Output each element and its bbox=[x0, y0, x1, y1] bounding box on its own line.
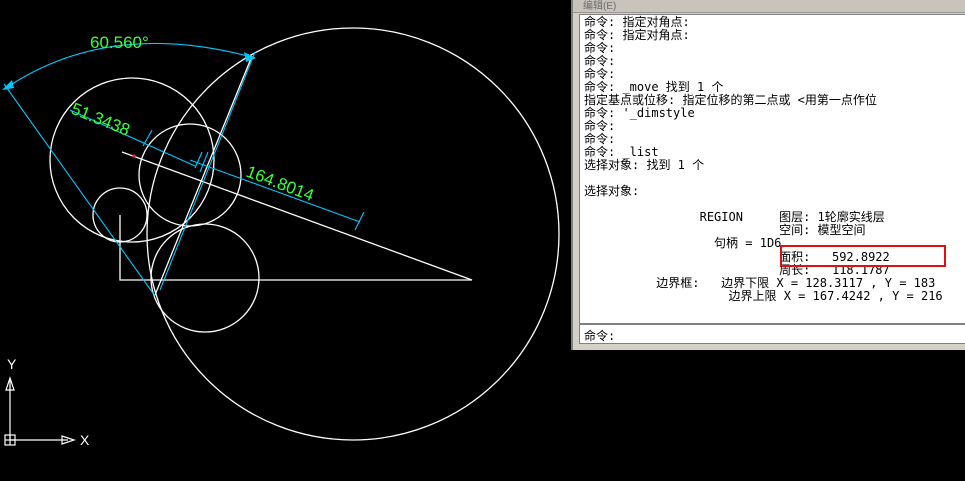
region-outline bbox=[119, 151, 473, 281]
linear-dimension-text-b: 164.8014 bbox=[244, 162, 317, 205]
angle-arrow-left bbox=[2, 80, 14, 90]
command-history[interactable]: 命令: 指定对角点: 命令: 指定对角点: 命令: 命令: 命令: 命令: _m… bbox=[579, 14, 965, 324]
history-line: 句柄 = 1D6 bbox=[584, 236, 782, 250]
command-prompt: 命令: bbox=[584, 329, 616, 343]
area-highlight-box bbox=[780, 245, 946, 267]
grip-point[interactable] bbox=[132, 154, 136, 158]
text-window[interactable]: 编辑(E) 命令: 指定对角点: 命令: 指定对角点: 命令: 命令: 命令: … bbox=[571, 0, 965, 350]
lower-circle bbox=[150, 223, 260, 333]
command-line-input[interactable]: 命令: bbox=[579, 324, 965, 344]
text-window-titlebar[interactable]: 编辑(E) bbox=[573, 0, 965, 13]
history-line: 边界上限 X = 167.4242 , Y = 216 bbox=[584, 289, 943, 303]
large-circle bbox=[146, 27, 560, 441]
ucs-y-label: Y bbox=[7, 356, 17, 372]
history-line: 选择对象: bbox=[584, 184, 640, 198]
history-line: 选择对象: 找到 1 个 bbox=[584, 158, 705, 172]
linear-dimension-text-a: 51.3438 bbox=[69, 99, 133, 140]
upper-circle bbox=[138, 123, 242, 227]
ext-tick-1 bbox=[142, 129, 153, 147]
angle-dimension-text: 60.560° bbox=[90, 33, 149, 52]
ucs-x-label: X bbox=[80, 432, 90, 448]
text-window-title: 编辑(E) bbox=[583, 1, 617, 12]
ext-tick-2 bbox=[194, 151, 203, 169]
ucs-icon bbox=[4, 376, 76, 446]
